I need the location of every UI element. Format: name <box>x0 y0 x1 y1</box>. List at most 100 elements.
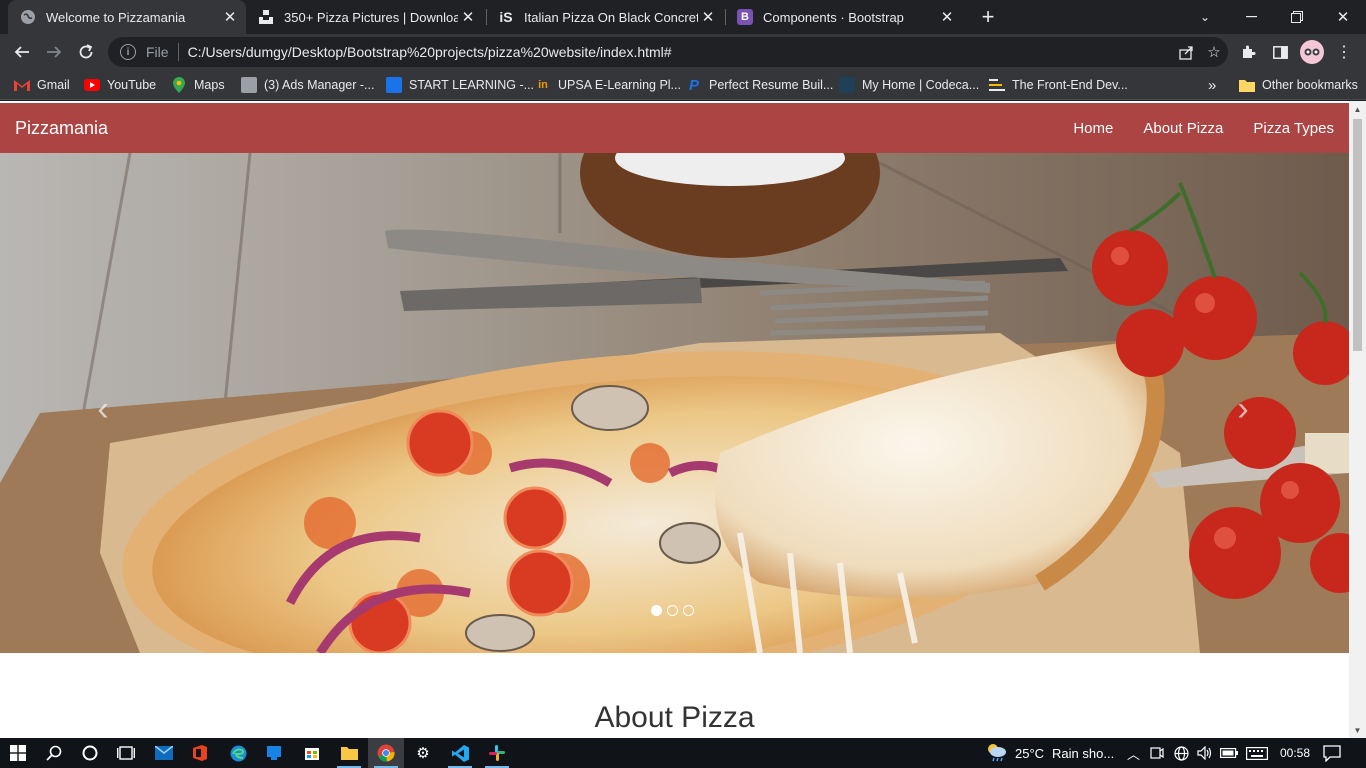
tab-italian-pizza[interactable]: iS Italian Pizza On Black Concrete B ✕ <box>486 0 724 34</box>
close-tab-icon[interactable]: ✕ <box>458 7 478 27</box>
carousel-indicator[interactable] <box>651 605 662 616</box>
extensions-icon[interactable] <box>1234 38 1262 66</box>
scrollbar-thumb[interactable] <box>1353 119 1362 351</box>
site-navbar: Pizzamania Home About Pizza Pizza Types <box>0 103 1349 153</box>
close-tab-icon[interactable]: ✕ <box>937 7 957 27</box>
forward-icon[interactable] <box>40 38 68 66</box>
bookmark-gmail[interactable]: Gmail <box>14 75 70 95</box>
info-icon[interactable]: i <box>120 44 136 60</box>
tab-title: Welcome to Pizzamania <box>46 9 186 25</box>
carousel-indicator[interactable] <box>683 605 694 616</box>
mail-icon[interactable] <box>146 738 182 768</box>
bookmark-label: The Front-End Dev... <box>1012 78 1128 92</box>
start-learning-icon <box>386 77 402 93</box>
vscode-icon[interactable] <box>442 738 478 768</box>
bookmark-label: (3) Ads Manager -... <box>264 78 375 92</box>
file-explorer-icon[interactable] <box>331 738 367 768</box>
task-view-icon[interactable] <box>108 738 144 768</box>
reload-icon[interactable] <box>72 38 100 66</box>
weather-widget[interactable]: 25°C Rain sho... <box>985 738 1114 768</box>
app-blue-icon[interactable] <box>256 738 292 768</box>
bookmark-frontend[interactable]: The Front-End Dev... <box>989 75 1128 95</box>
edge-icon[interactable] <box>220 738 256 768</box>
nav-link-about-pizza[interactable]: About Pizza <box>1143 120 1223 137</box>
show-hidden-icons-chevron-icon[interactable]: ︿ <box>1127 738 1140 768</box>
omnibox-divider <box>177 43 179 61</box>
bookmark-star-icon[interactable]: ☆ <box>1200 38 1228 66</box>
hero-carousel: ‹ › <box>0 153 1349 653</box>
bookmark-start-learning[interactable]: START LEARNING -... <box>386 75 534 95</box>
folder-icon <box>1239 77 1255 93</box>
windows-start-icon[interactable] <box>0 738 36 768</box>
close-tab-icon[interactable]: ✕ <box>698 7 718 27</box>
url-text[interactable]: C:/Users/dumgy/Desktop/Bootstrap%20proje… <box>188 44 1172 60</box>
windows-taskbar: ⚙ 25°C Rain sho... ︿ 00:58 <box>0 738 1366 768</box>
tab-welcome-to-pizzamania[interactable]: Welcome to Pizzamania ✕ <box>8 0 246 34</box>
bookmark-label: My Home | Codeca... <box>862 78 980 92</box>
bookmarks-bar: Gmail YouTube Maps (3) Ads Manager -... … <box>0 70 1366 100</box>
back-icon[interactable] <box>8 38 36 66</box>
bookmark-label: Maps <box>194 78 225 92</box>
tab-bootstrap-components[interactable]: B Components · Bootstrap ✕ <box>725 0 963 34</box>
bootstrap-icon: B <box>737 9 753 25</box>
bookmark-youtube[interactable]: YouTube <box>84 75 156 95</box>
tab-title: Components · Bootstrap <box>763 9 904 25</box>
side-panel-icon[interactable] <box>1266 38 1294 66</box>
battery-icon[interactable] <box>1220 738 1238 768</box>
new-tab-button[interactable]: + <box>976 4 1000 29</box>
minimize-button[interactable] <box>1228 0 1274 34</box>
bookmarks-overflow-button[interactable]: » <box>1208 75 1216 95</box>
chrome-icon[interactable] <box>368 738 404 768</box>
share-icon[interactable] <box>1172 38 1200 66</box>
search-icon[interactable] <box>36 738 72 768</box>
clock-time[interactable]: 00:58 <box>1280 738 1310 768</box>
site-brand[interactable]: Pizzamania <box>15 118 108 139</box>
frontend-icon <box>989 77 1005 93</box>
nav-link-pizza-types[interactable]: Pizza Types <box>1253 120 1334 137</box>
keyboard-icon[interactable] <box>1246 738 1268 768</box>
network-globe-icon[interactable] <box>1174 738 1189 768</box>
address-bar[interactable]: i File C:/Users/dumgy/Desktop/Bootstrap%… <box>108 37 1228 67</box>
profile-avatar[interactable] <box>1300 40 1324 64</box>
bookmark-maps[interactable]: Maps <box>171 75 225 95</box>
bookmark-upsa[interactable]: in UPSA E-Learning Pl... <box>535 75 681 95</box>
volume-icon[interactable] <box>1197 738 1212 768</box>
nav-link-home[interactable]: Home <box>1073 120 1113 137</box>
browser-toolbar: i File C:/Users/dumgy/Desktop/Bootstrap%… <box>0 34 1366 70</box>
bookmark-label: START LEARNING -... <box>409 78 535 92</box>
bookmark-label: YouTube <box>107 78 157 92</box>
weather-rain-icon <box>985 742 1007 765</box>
tab-search-icon[interactable]: ⌄ <box>1182 0 1228 34</box>
carousel-prev-button[interactable]: ‹ <box>88 390 118 428</box>
close-window-button[interactable]: ✕ <box>1320 0 1366 34</box>
scroll-down-arrow[interactable]: ▼ <box>1349 722 1366 738</box>
bookmark-label: Other bookmarks <box>1262 78 1358 92</box>
bookmark-resume[interactable]: P Perfect Resume Buil... <box>686 75 833 95</box>
carousel-indicator[interactable] <box>667 605 678 616</box>
other-bookmarks[interactable]: Other bookmarks <box>1239 75 1358 95</box>
scroll-up-arrow[interactable]: ▲ <box>1349 101 1366 117</box>
bookmark-codecademy[interactable]: My Home | Codeca... <box>839 75 979 95</box>
tab-pizza-pictures[interactable]: 350+ Pizza Pictures | Download F ✕ <box>246 0 484 34</box>
store-icon[interactable] <box>294 738 330 768</box>
weather-temperature: 25°C <box>1015 745 1045 761</box>
close-tab-icon[interactable]: ✕ <box>220 7 240 27</box>
carousel-indicators <box>651 605 694 616</box>
carousel-next-button[interactable]: › <box>1228 390 1258 428</box>
settings-gear-icon[interactable]: ⚙ <box>405 738 441 768</box>
bookmark-ads-manager[interactable]: (3) Ads Manager -... <box>241 75 374 95</box>
unsplash-icon <box>258 9 274 25</box>
about-pizza-heading: About Pizza <box>594 701 755 734</box>
office-icon[interactable] <box>182 738 218 768</box>
page-scrollbar[interactable]: ▲ ▼ <box>1349 101 1366 738</box>
restore-button[interactable] <box>1274 0 1320 34</box>
menu-icon[interactable]: ⋮ <box>1330 38 1358 66</box>
cortana-icon[interactable] <box>72 738 108 768</box>
slack-icon[interactable] <box>479 738 515 768</box>
bookmark-label: Gmail <box>37 78 70 92</box>
notifications-icon[interactable] <box>1323 738 1341 768</box>
maps-icon <box>171 77 187 93</box>
meet-now-icon[interactable] <box>1150 738 1164 768</box>
tab-title: Italian Pizza On Black Concrete B <box>524 9 698 25</box>
istock-icon: iS <box>499 9 513 25</box>
